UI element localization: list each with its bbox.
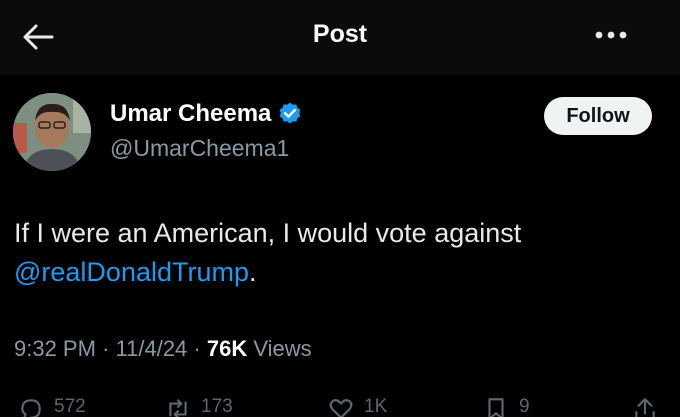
tweet-meta: 9:32 PM · 11/4/24 · 76K Views: [14, 336, 312, 361]
repost-button[interactable]: 173: [165, 396, 233, 417]
ellipsis-icon[interactable]: [594, 28, 628, 42]
tweet-body: If I were an American, I would vote agai…: [14, 218, 522, 248]
share-icon: [635, 398, 655, 417]
tweet-trailing: .: [249, 257, 257, 287]
page-title: Post: [312, 20, 368, 48]
tweet-time[interactable]: 9:32 PM: [14, 336, 96, 361]
like-button[interactable]: 1K: [328, 396, 387, 417]
repost-count: 173: [201, 396, 233, 417]
action-bar: 572 173 1K 9: [0, 394, 680, 417]
author-name[interactable]: Umar Cheema: [110, 100, 271, 128]
views-label: Views: [253, 336, 312, 361]
author-handle[interactable]: @UmarCheema1: [110, 135, 289, 162]
bookmark-count: 9: [519, 396, 530, 417]
like-count: 1K: [364, 396, 388, 417]
mention-link[interactable]: @realDonaldTrump: [14, 257, 249, 287]
views-count: 76K: [206, 336, 248, 361]
author-name-row: Umar Cheema: [110, 100, 303, 128]
heart-icon: [329, 399, 353, 417]
follow-button[interactable]: Follow: [544, 97, 652, 135]
bookmark-button[interactable]: 9: [483, 396, 530, 417]
reply-button[interactable]: 572: [18, 396, 86, 417]
share-button[interactable]: [632, 396, 668, 417]
tweet-date[interactable]: 11/4/24: [116, 336, 188, 361]
bookmark-icon: [488, 398, 504, 417]
repost-icon: [169, 399, 187, 417]
top-bar: Post: [0, 0, 680, 75]
reply-icon: [21, 399, 41, 417]
reply-count: 572: [54, 396, 86, 417]
tweet-text: If I were an American, I would vote agai…: [14, 214, 654, 292]
verified-badge-icon: [280, 102, 301, 124]
avatar[interactable]: [13, 93, 91, 171]
